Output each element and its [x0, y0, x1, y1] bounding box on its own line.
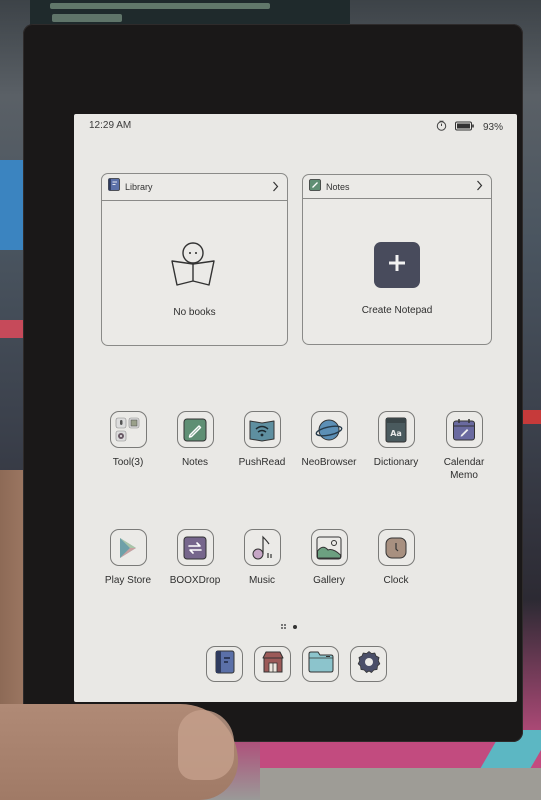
ereader-device: 12:29 AM 93% Library No books Notes Crea…: [23, 24, 523, 742]
app-clock[interactable]: Clock: [361, 529, 431, 587]
notes-widget-header[interactable]: Notes: [303, 175, 491, 199]
book-icon: [108, 178, 120, 196]
tools-folder-icon: [109, 411, 147, 448]
notes-widget-body: Create Notepad: [303, 199, 491, 341]
play-store-icon: [109, 529, 147, 566]
home-screen: 12:29 AM 93% Library No books Notes Crea…: [74, 114, 517, 702]
library-widget-body: No books: [102, 201, 287, 345]
plus-icon: [387, 253, 407, 278]
notes-widget[interactable]: Notes Create Notepad: [302, 174, 492, 345]
gallery-image-icon: [310, 529, 348, 566]
dictionary-book-icon: Aa: [377, 411, 415, 448]
dock-storage[interactable]: [302, 646, 339, 682]
pencil-icon: [309, 178, 321, 196]
status-bar: 12:29 AM 93%: [74, 114, 517, 136]
status-icons: 93%: [436, 118, 503, 136]
app-label: Dictionary: [373, 457, 419, 468]
battery-percent: 93%: [482, 121, 503, 133]
folder-icon: [308, 651, 334, 678]
create-notepad-button[interactable]: [374, 242, 420, 288]
library-book-icon: [214, 650, 236, 679]
notes-pencil-icon: [176, 411, 214, 448]
background-detail: [50, 3, 270, 9]
app-play-store[interactable]: Play Store: [93, 529, 163, 587]
svg-text:Aa: Aa: [390, 429, 402, 438]
battery-icon: [454, 118, 475, 136]
dock-settings[interactable]: [350, 646, 387, 682]
app-label: NeoBrowser: [301, 457, 357, 468]
dock: [206, 646, 387, 682]
library-widget-header[interactable]: Library: [102, 174, 287, 201]
create-notepad-label[interactable]: Create Notepad: [303, 305, 491, 316]
app-label: Music: [248, 575, 276, 586]
app-dictionary[interactable]: Aa Dictionary: [361, 411, 431, 469]
app-label: BOOXDrop: [169, 575, 221, 586]
app-music[interactable]: Music: [227, 529, 297, 587]
background-detail: [52, 14, 122, 22]
background-desk: [260, 768, 541, 800]
app-label: Gallery: [313, 575, 345, 586]
store-icon: [261, 650, 285, 679]
thumbnail: [178, 710, 234, 780]
app-label: Calendar Memo: [443, 457, 485, 481]
no-books-text: No books: [173, 307, 216, 318]
app-drawer-icon[interactable]: [281, 624, 286, 629]
library-widget-title: Library: [125, 182, 153, 192]
transfer-arrows-icon: [176, 529, 214, 566]
app-label: Play Store: [104, 575, 152, 586]
app-calendar-memo[interactable]: Calendar Memo: [429, 411, 499, 482]
app-booxdrop[interactable]: BOOXDrop: [160, 529, 230, 587]
reader-with-book-icon: [166, 241, 220, 294]
music-note-icon: [243, 529, 281, 566]
app-label: Clock: [383, 575, 409, 586]
app-notes[interactable]: Notes: [160, 411, 230, 469]
app-label: Tool(3): [112, 457, 144, 468]
calendar-memo-icon: [445, 411, 483, 448]
chevron-right-icon[interactable]: [476, 180, 483, 193]
library-widget[interactable]: Library No books: [101, 173, 288, 346]
planet-browser-icon: [310, 411, 348, 448]
settings-gear-icon: [357, 650, 381, 679]
app-pushread[interactable]: PushRead: [227, 411, 297, 469]
app-tools-folder[interactable]: Tool(3): [93, 411, 163, 469]
app-label: PushRead: [238, 457, 286, 468]
current-page-dot: [293, 624, 297, 629]
background-detail: [521, 410, 541, 424]
notes-widget-title: Notes: [326, 181, 350, 192]
status-time: 12:29 AM: [89, 120, 132, 131]
app-gallery[interactable]: Gallery: [294, 529, 364, 587]
dock-library[interactable]: [206, 646, 243, 682]
clock-icon: [377, 529, 415, 566]
dock-store[interactable]: [254, 646, 291, 682]
pushread-wifi-book-icon: [243, 411, 281, 448]
app-neobrowser[interactable]: NeoBrowser: [294, 411, 364, 469]
app-label: Notes: [181, 457, 209, 468]
chevron-right-icon[interactable]: [272, 181, 279, 194]
page-indicator: [281, 624, 297, 629]
timer-icon: [436, 118, 447, 136]
